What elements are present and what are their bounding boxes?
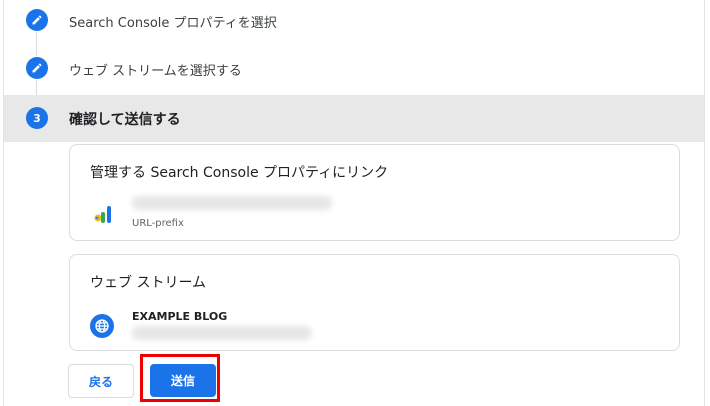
redacted-stream-url — [132, 326, 312, 340]
property-type-label: URL-prefix — [132, 218, 184, 229]
globe-icon — [90, 314, 114, 338]
step-label: Search Console プロパティを選択 — [69, 16, 277, 31]
redacted-property-url — [132, 196, 332, 210]
card-title: ウェブ ストリーム — [90, 275, 207, 291]
step-label: 確認して送信する — [69, 112, 181, 128]
frame-border-right — [704, 0, 705, 406]
step-confirm-and-submit: 3 確認して送信する — [4, 95, 704, 142]
highlight-annotation — [140, 354, 220, 402]
card-title: 管理する Search Console プロパティにリンク — [90, 165, 389, 181]
web-stream-card: ウェブ ストリーム EXAMPLE BLOG — [69, 254, 680, 351]
search-console-icon — [94, 206, 111, 223]
back-button[interactable]: 戻る — [68, 364, 134, 398]
step-label: ウェブ ストリームを選択する — [69, 64, 242, 79]
step-number-badge: 3 — [26, 107, 48, 129]
pencil-icon — [26, 57, 48, 79]
pencil-icon — [26, 9, 48, 31]
step-select-search-console[interactable]: Search Console プロパティを選択 — [4, 0, 704, 40]
search-console-property-card: 管理する Search Console プロパティにリンク URL-prefix — [69, 144, 680, 241]
step-select-web-stream[interactable]: ウェブ ストリームを選択する — [4, 48, 704, 88]
stream-name: EXAMPLE BLOG — [132, 310, 228, 323]
